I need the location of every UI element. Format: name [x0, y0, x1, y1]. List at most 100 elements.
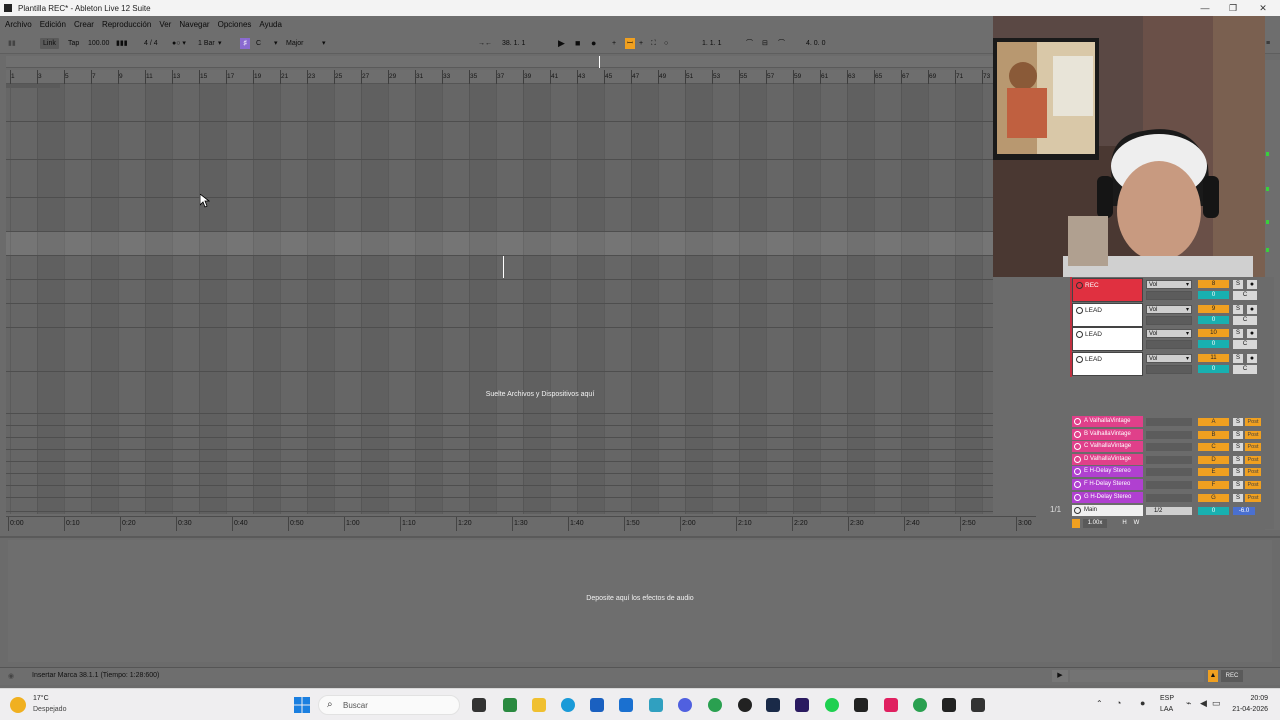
tiktok-icon[interactable]: [884, 698, 898, 712]
menu-ver[interactable]: Ver: [156, 20, 174, 29]
premiere-icon[interactable]: [795, 698, 809, 712]
track-fold-icon[interactable]: [1076, 282, 1083, 289]
pan-field[interactable]: C: [1233, 291, 1257, 300]
volume-icon[interactable]: ◀: [1200, 698, 1207, 709]
play-button-icon[interactable]: ▶: [558, 38, 565, 49]
loop-switch-icon[interactable]: ⊟: [762, 38, 768, 49]
metronome-icon[interactable]: ▮▮▮: [116, 38, 128, 49]
track-volume-field[interactable]: 0: [1198, 291, 1229, 299]
return-fold-icon[interactable]: [1074, 418, 1081, 425]
solo-button[interactable]: S: [1233, 304, 1243, 314]
track-lane[interactable]: [6, 84, 993, 122]
post-button[interactable]: Post: [1245, 468, 1261, 477]
return-fold-icon[interactable]: [1074, 443, 1081, 451]
solo-button[interactable]: S: [1233, 443, 1243, 452]
vol-select[interactable]: Vol ▾: [1146, 329, 1192, 339]
solo-button[interactable]: S: [1233, 280, 1243, 289]
solo-button[interactable]: S: [1233, 418, 1243, 426]
store-icon[interactable]: [590, 698, 604, 712]
rec-indicator[interactable]: REC: [1221, 670, 1243, 682]
automation-lane-select[interactable]: [1146, 315, 1192, 325]
edge-icon[interactable]: [561, 698, 575, 712]
language-layout[interactable]: LAA: [1160, 706, 1173, 713]
return-lane[interactable]: [1146, 418, 1192, 426]
solo-button[interactable]: S: [1233, 329, 1243, 339]
track-name[interactable]: REC: [1072, 278, 1143, 302]
key-select[interactable]: C: [256, 38, 261, 49]
session-record-icon[interactable]: ⛶: [651, 38, 656, 49]
w-button[interactable]: W: [1132, 519, 1141, 528]
overdub-icon[interactable]: +: [612, 38, 616, 49]
return-lane[interactable]: [1146, 468, 1192, 477]
taskbar-search[interactable]: ⌕ Buscar: [318, 695, 460, 715]
return-name[interactable]: A ValhallaVintage: [1072, 416, 1143, 427]
track-lane[interactable]: [6, 486, 993, 498]
windows-start-icon[interactable]: [294, 697, 310, 713]
return-name[interactable]: C ValhallaVintage: [1072, 441, 1143, 453]
track-lane[interactable]: [6, 232, 993, 256]
main-gain-field[interactable]: -6.0: [1233, 507, 1255, 515]
network-icon[interactable]: ⌁: [1186, 698, 1191, 709]
post-button[interactable]: Post: [1245, 443, 1261, 452]
track-fold-icon[interactable]: [1076, 355, 1083, 363]
track-lane[interactable]: [6, 498, 993, 512]
return-letter-button[interactable]: G: [1198, 493, 1229, 502]
obs-icon[interactable]: [738, 698, 752, 712]
return-lane[interactable]: [1146, 455, 1192, 464]
zoom-field[interactable]: 1.00x: [1083, 519, 1107, 528]
return-letter-button[interactable]: D: [1198, 455, 1229, 464]
vol-select[interactable]: Vol ▾: [1146, 280, 1192, 289]
track-lane[interactable]: [6, 328, 993, 372]
track-lane[interactable]: [6, 304, 993, 328]
record-button-icon[interactable]: ●: [591, 38, 596, 49]
return-letter-button[interactable]: B: [1198, 430, 1229, 439]
track-number-button[interactable]: 11: [1198, 353, 1229, 362]
track-lane[interactable]: [6, 198, 993, 232]
solo-button[interactable]: S: [1233, 468, 1243, 477]
automation-arm-icon[interactable]: ꟷ: [625, 38, 635, 49]
return-letter-button[interactable]: C: [1198, 443, 1229, 452]
track-lane[interactable]: [6, 474, 993, 486]
track-lane[interactable]: [6, 256, 993, 280]
microphone-icon[interactable]: ●: [1140, 698, 1145, 708]
follow-arrow-icon[interactable]: →←: [478, 38, 492, 49]
main-fold-icon[interactable]: [1074, 507, 1081, 514]
pan-field[interactable]: C: [1233, 340, 1257, 350]
zoom-icon[interactable]: [1072, 519, 1080, 528]
return-fold-icon[interactable]: [1074, 455, 1081, 463]
automation-lane-select[interactable]: [1146, 291, 1192, 300]
return-lane[interactable]: [1146, 481, 1192, 489]
maximize-button[interactable]: ❐: [1218, 0, 1248, 16]
track-lane[interactable]: [6, 450, 993, 462]
scale-mode-icon[interactable]: ♯: [240, 38, 250, 49]
track-lane[interactable]: [6, 438, 993, 450]
chrome-icon[interactable]: [708, 698, 722, 712]
track-volume-field[interactable]: 0: [1198, 364, 1229, 373]
language-code[interactable]: ESP: [1160, 695, 1174, 702]
app-icon[interactable]: [649, 698, 663, 712]
menu-ayuda[interactable]: Ayuda: [256, 20, 285, 29]
return-lane[interactable]: [1146, 430, 1192, 439]
menu-reproduccion[interactable]: Reproducción: [99, 20, 154, 29]
return-letter-button[interactable]: A: [1198, 418, 1229, 426]
main-name[interactable]: Main: [1072, 505, 1143, 516]
menu-edicion[interactable]: Edición: [37, 20, 69, 29]
track-number-button[interactable]: 8: [1198, 280, 1229, 288]
app-icon[interactable]: [503, 698, 517, 712]
h-button[interactable]: H: [1120, 519, 1129, 528]
track-lane[interactable]: [6, 280, 993, 304]
outlook-icon[interactable]: [619, 698, 633, 712]
return-name[interactable]: G H-Delay Stereo: [1072, 491, 1143, 503]
solo-button[interactable]: S: [1233, 353, 1243, 363]
return-letter-button[interactable]: E: [1198, 468, 1229, 477]
metronome-toggle-icon[interactable]: ●○ ▾: [172, 38, 186, 49]
main-value-field[interactable]: 0: [1198, 507, 1229, 515]
arrangement-view[interactable]: [6, 84, 993, 514]
loop-brace[interactable]: [6, 84, 60, 88]
close-button[interactable]: ✕: [1248, 0, 1278, 16]
link-button[interactable]: Link: [40, 38, 59, 49]
weather-temp[interactable]: 17°C: [33, 695, 49, 702]
arm-button[interactable]: ●: [1247, 280, 1257, 289]
position-field[interactable]: 38. 1. 1: [502, 38, 525, 49]
ableton-live-icon[interactable]: [942, 698, 956, 712]
